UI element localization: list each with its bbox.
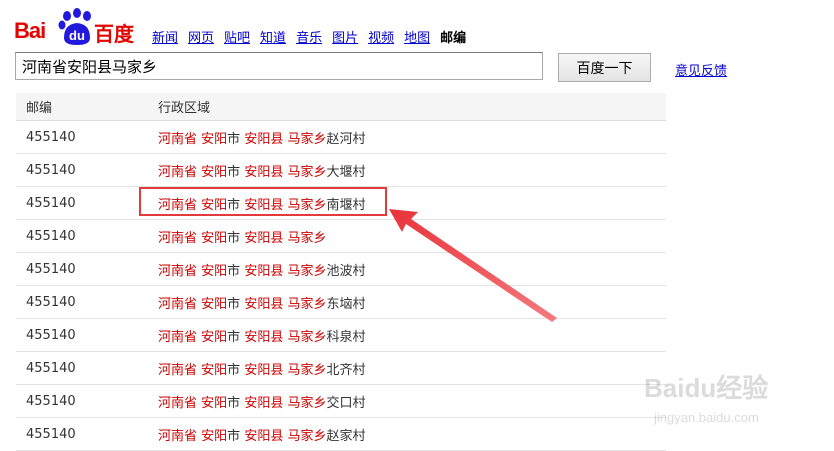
watermark-site: jingyan.baidu.com	[654, 410, 759, 425]
watermark-brand: Baidu经验	[644, 373, 769, 403]
baidu-jingyan-watermark: Baidu经验 jingyan.baidu.com	[640, 352, 830, 442]
